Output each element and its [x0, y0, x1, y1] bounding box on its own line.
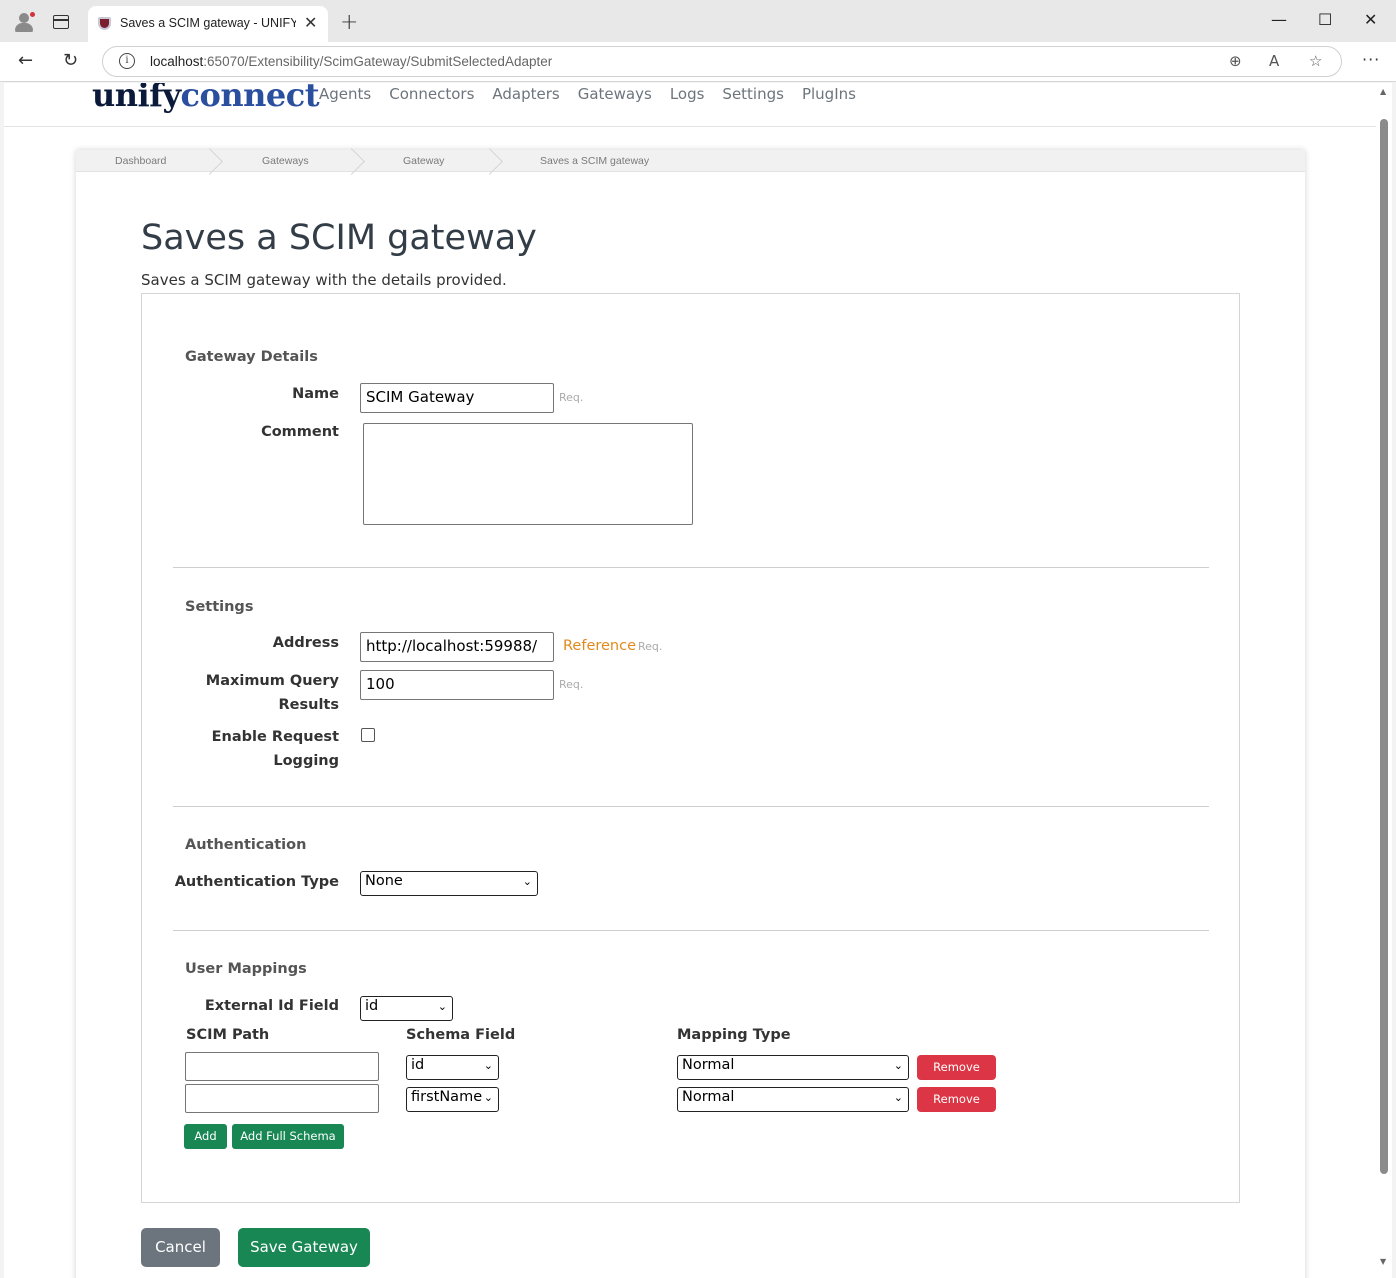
- browser-titlebar: Saves a SCIM gateway - UNIFYConnect ✕ + …: [0, 0, 1396, 42]
- chevron-down-icon: ⌄: [483, 1059, 493, 1072]
- scroll-down-icon[interactable]: ▼: [1380, 1257, 1386, 1266]
- external-id-select[interactable]: id ⌄: [360, 996, 453, 1021]
- refresh-icon[interactable]: ↻: [63, 50, 78, 71]
- site-navbar: unifyconnect Agents Connectors Adapters …: [4, 83, 1376, 127]
- tab-title: Saves a SCIM gateway - UNIFYConnect: [120, 16, 296, 30]
- chevron-down-icon: ⌄: [522, 875, 532, 888]
- divider: [173, 930, 1209, 931]
- max-query-label-line2: Results: [278, 697, 340, 713]
- close-window-icon[interactable]: ✕: [1364, 10, 1377, 29]
- nav-plugins[interactable]: PlugIns: [802, 85, 856, 103]
- save-gateway-button[interactable]: Save Gateway: [238, 1228, 370, 1267]
- scim-path-input[interactable]: [185, 1052, 379, 1081]
- page-viewport: unifyconnect Agents Connectors Adapters …: [4, 83, 1376, 1278]
- read-aloud-icon[interactable]: A: [1269, 52, 1279, 70]
- logo[interactable]: unifyconnect: [92, 83, 320, 114]
- content-card: Dashboard Gateways Gateway Saves a SCIM …: [76, 150, 1305, 1278]
- nav-settings[interactable]: Settings: [722, 85, 784, 103]
- breadcrumb-gateways[interactable]: Gateways: [262, 155, 309, 167]
- logging-label-line2: Logging: [273, 753, 339, 769]
- col-mapping-type: Mapping Type: [677, 1027, 791, 1043]
- nav-agents[interactable]: Agents: [319, 85, 371, 103]
- main-menu: Agents Connectors Adapters Gateways Logs…: [319, 85, 874, 103]
- site-info-icon[interactable]: i: [119, 53, 135, 69]
- page-title: Saves a SCIM gateway: [141, 218, 537, 258]
- breadcrumb: Dashboard Gateways Gateway Saves a SCIM …: [76, 150, 1305, 172]
- comment-textarea[interactable]: [363, 423, 693, 525]
- divider: [173, 567, 1209, 568]
- logging-label-line1: Enable Request: [211, 729, 339, 745]
- section-authentication: Authentication: [185, 837, 307, 853]
- nav-gateways[interactable]: Gateways: [578, 85, 652, 103]
- name-input[interactable]: SCIM Gateway: [360, 383, 554, 413]
- maximize-icon[interactable]: ☐: [1318, 10, 1332, 29]
- external-id-label: External Id Field: [204, 998, 339, 1014]
- name-label: Name: [292, 386, 339, 402]
- section-gateway-details: Gateway Details: [185, 349, 318, 365]
- page-subtitle: Saves a SCIM gateway with the details pr…: [141, 271, 507, 289]
- schema-field-select[interactable]: id ⌄: [406, 1055, 499, 1080]
- scim-path-input[interactable]: [185, 1084, 379, 1113]
- favorite-icon[interactable]: ☆: [1309, 52, 1322, 70]
- more-icon[interactable]: ···: [1362, 50, 1380, 69]
- nav-adapters[interactable]: Adapters: [492, 85, 559, 103]
- zoom-icon[interactable]: ⊕: [1229, 52, 1242, 70]
- auth-type-label: Authentication Type: [174, 874, 339, 890]
- section-user-mappings: User Mappings: [185, 961, 307, 977]
- back-icon[interactable]: ←: [18, 50, 33, 71]
- mapping-type-select[interactable]: Normal ⌄: [677, 1087, 909, 1112]
- address-label: Address: [272, 635, 339, 651]
- favicon-icon: [98, 17, 111, 30]
- tab-actions-icon[interactable]: [53, 15, 69, 29]
- remove-button[interactable]: Remove: [917, 1087, 996, 1112]
- max-query-input[interactable]: 100: [360, 670, 554, 700]
- remove-button[interactable]: Remove: [917, 1055, 996, 1080]
- page-scrollbar[interactable]: ▲ ▼: [1376, 83, 1392, 1278]
- max-query-label-line1: Maximum Query: [205, 673, 339, 689]
- schema-field-select[interactable]: firstName ⌄: [406, 1087, 499, 1112]
- chevron-down-icon: ⌄: [893, 1059, 903, 1072]
- scroll-up-icon[interactable]: ▲: [1380, 87, 1386, 96]
- breadcrumb-current: Saves a SCIM gateway: [540, 155, 650, 167]
- add-full-schema-button[interactable]: Add Full Schema: [232, 1124, 344, 1149]
- section-settings: Settings: [185, 599, 254, 615]
- nav-logs[interactable]: Logs: [670, 85, 705, 103]
- reference-link[interactable]: Reference: [563, 638, 636, 654]
- divider: [173, 806, 1209, 807]
- chevron-down-icon: ⌄: [483, 1091, 493, 1104]
- address-required: Req.: [638, 640, 663, 653]
- cancel-button[interactable]: Cancel: [141, 1228, 220, 1267]
- address-input[interactable]: http://localhost:59988/: [360, 632, 554, 662]
- url-box[interactable]: i localhost:65070/Extensibility/ScimGate…: [102, 46, 1342, 77]
- max-query-required: Req.: [559, 678, 584, 691]
- add-mapping-button[interactable]: Add: [184, 1124, 227, 1149]
- col-schema-field: Schema Field: [406, 1027, 516, 1043]
- gateway-form: Gateway Details Name SCIM Gateway Req. C…: [141, 293, 1240, 1203]
- chevron-down-icon: ⌄: [893, 1091, 903, 1104]
- name-required: Req.: [559, 391, 584, 404]
- minimize-icon[interactable]: —: [1271, 10, 1287, 29]
- browser-tab[interactable]: Saves a SCIM gateway - UNIFYConnect ✕: [88, 6, 328, 42]
- nav-connectors[interactable]: Connectors: [389, 85, 474, 103]
- scrollbar-thumb[interactable]: [1380, 119, 1388, 1174]
- address-bar: ← ↻ i localhost:65070/Extensibility/Scim…: [0, 42, 1396, 82]
- col-scim-path: SCIM Path: [186, 1027, 270, 1043]
- profile-icon[interactable]: [14, 11, 36, 32]
- new-tab-icon[interactable]: +: [340, 10, 358, 35]
- auth-type-select[interactable]: None ⌄: [360, 871, 538, 896]
- url-text[interactable]: localhost:65070/Extensibility/ScimGatewa…: [150, 54, 552, 69]
- mapping-type-select[interactable]: Normal ⌄: [677, 1055, 909, 1080]
- close-tab-icon[interactable]: ✕: [304, 13, 318, 32]
- breadcrumb-gateway[interactable]: Gateway: [403, 155, 444, 167]
- chevron-down-icon: ⌄: [437, 1000, 447, 1013]
- breadcrumb-dashboard[interactable]: Dashboard: [115, 155, 166, 167]
- comment-label: Comment: [261, 424, 339, 440]
- request-logging-checkbox[interactable]: [361, 728, 375, 742]
